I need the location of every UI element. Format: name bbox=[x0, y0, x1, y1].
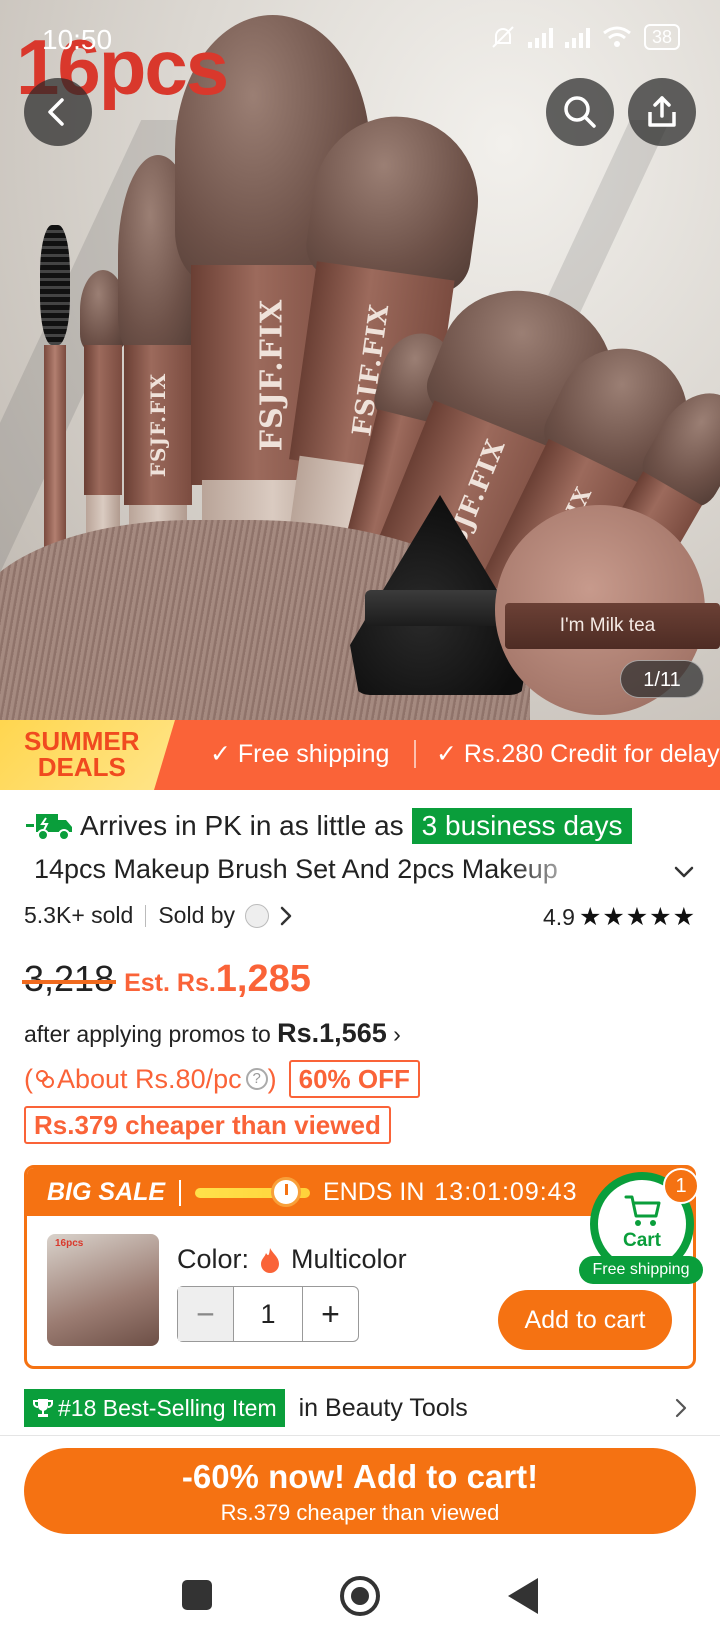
divider bbox=[179, 1180, 181, 1206]
status-bar: 10:50 38 bbox=[0, 0, 720, 72]
chevron-right-icon: › bbox=[393, 1021, 401, 1047]
flame-icon bbox=[261, 1247, 280, 1273]
best-selling-row[interactable]: #18 Best-Selling Item in Beauty Tools bbox=[24, 1389, 696, 1427]
cart-count-badge: 1 bbox=[663, 1168, 699, 1204]
puff-label: I'm Milk tea bbox=[559, 615, 656, 636]
image-counter: 1/11 bbox=[620, 660, 704, 698]
trophy-icon bbox=[33, 1399, 53, 1417]
best-selling-badge: #18 Best-Selling Item bbox=[24, 1389, 285, 1427]
estimated-label: Est. Rs. bbox=[124, 969, 216, 997]
free-shipping-tag: Free shipping bbox=[579, 1256, 703, 1284]
arrival-days-badge: 3 business days bbox=[411, 808, 633, 844]
status-time: 10:50 bbox=[42, 24, 113, 55]
cta-main-label: -60% now! Add to cart! bbox=[181, 1458, 539, 1495]
back-button[interactable] bbox=[24, 78, 92, 146]
check-icon: ✓ bbox=[436, 740, 464, 768]
original-price: 3,218 bbox=[21, 958, 117, 999]
delivery-truck-icon bbox=[26, 814, 72, 841]
spoolie-brush bbox=[40, 225, 70, 565]
divider bbox=[0, 1435, 720, 1436]
per-piece-row: ( About Rs.80/pc ?) 60% OFF bbox=[24, 1060, 420, 1098]
cheaper-badge: Rs.379 cheaper than viewed bbox=[24, 1106, 391, 1144]
best-selling-category: in Beauty Tools bbox=[298, 1393, 468, 1422]
chevron-right-icon bbox=[675, 1398, 687, 1418]
add-to-cart-button[interactable]: Add to cart bbox=[498, 1290, 672, 1350]
chevron-left-icon bbox=[48, 98, 64, 126]
mute-bell-icon bbox=[492, 26, 514, 48]
help-icon[interactable]: ? bbox=[245, 1068, 268, 1090]
sale-countdown: ENDS IN 13:01:09:43 bbox=[323, 1178, 578, 1206]
add-to-cart-cta-button[interactable]: -60% now! Add to cart! Rs.379 cheaper th… bbox=[24, 1448, 696, 1534]
color-selector[interactable]: Color: Multicolor bbox=[177, 1244, 407, 1275]
sold-by-label[interactable]: Sold by bbox=[158, 902, 235, 929]
store-logo-icon[interactable] bbox=[245, 903, 270, 928]
sales-info: 5.3K+ sold Sold by bbox=[24, 902, 293, 929]
promo-applied-price[interactable]: after applying promos to Rs.1,565 › bbox=[24, 1018, 401, 1049]
free-shipping-promo: ✓ Free shipping bbox=[210, 740, 390, 768]
floating-cart-button[interactable]: Cart 1 Free shipping bbox=[579, 1168, 703, 1288]
share-button[interactable] bbox=[628, 78, 696, 146]
sold-count: 5.3K+ sold bbox=[24, 902, 134, 928]
system-navigation-bar bbox=[0, 1556, 720, 1640]
increase-quantity-button[interactable]: + bbox=[302, 1287, 358, 1341]
summer-deals-label: SUMMER DEALS bbox=[24, 726, 140, 782]
search-icon bbox=[564, 96, 596, 128]
price-row: 3,218 Est. Rs. 1,285 bbox=[21, 958, 311, 1001]
status-icons: 38 bbox=[490, 24, 680, 50]
rating-value: 4.9 bbox=[542, 903, 575, 930]
credit-promo: ✓ Rs.280 Credit for delay bbox=[436, 740, 720, 768]
home-button[interactable] bbox=[340, 1576, 380, 1616]
chevron-down-icon[interactable] bbox=[672, 860, 696, 884]
clock-icon bbox=[271, 1177, 301, 1207]
sale-price: 1,285 bbox=[215, 958, 311, 1000]
check-icon: ✓ bbox=[210, 740, 238, 768]
decrease-quantity-button[interactable]: − bbox=[178, 1287, 234, 1341]
wifi-icon bbox=[603, 26, 631, 47]
search-button[interactable] bbox=[546, 78, 614, 146]
signal-icon bbox=[564, 26, 590, 48]
quantity-stepper[interactable]: − 1 + bbox=[177, 1286, 359, 1342]
cart-label: Cart bbox=[622, 1230, 661, 1251]
product-title[interactable]: 14pcs Makeup Brush Set And 2pcs Makeup bbox=[34, 854, 594, 885]
battery-icon: 38 bbox=[643, 24, 680, 50]
promo-strip[interactable]: SUMMER DEALS ✓ Free shipping ✓ Rs.280 Cr… bbox=[0, 720, 720, 790]
divider bbox=[145, 904, 147, 927]
discount-badge: 60% OFF bbox=[288, 1060, 420, 1098]
cart-icon bbox=[624, 1195, 661, 1226]
cta-sub-label: Rs.379 cheaper than viewed bbox=[220, 1500, 500, 1525]
variant-thumbnail[interactable]: 16pcs bbox=[47, 1234, 159, 1346]
promo-separator bbox=[414, 740, 416, 768]
product-rating[interactable]: 4.9 ★★★★★ bbox=[543, 902, 696, 932]
signal-icon bbox=[527, 26, 553, 48]
per-piece-price[interactable]: ( About Rs.80/pc ?) bbox=[24, 1064, 277, 1095]
recent-apps-button[interactable] bbox=[182, 1580, 212, 1610]
chevron-right-icon[interactable] bbox=[279, 905, 293, 927]
quantity-value[interactable]: 1 bbox=[234, 1287, 302, 1341]
back-nav-button[interactable] bbox=[508, 1578, 538, 1614]
star-rating-icon: ★★★★★ bbox=[578, 903, 696, 931]
bundle-icon bbox=[36, 1070, 54, 1088]
share-icon bbox=[648, 96, 676, 127]
big-sale-title: BIG SALE bbox=[47, 1178, 166, 1206]
arrival-info: Arrives in PK in as little as 3 business… bbox=[24, 808, 633, 844]
